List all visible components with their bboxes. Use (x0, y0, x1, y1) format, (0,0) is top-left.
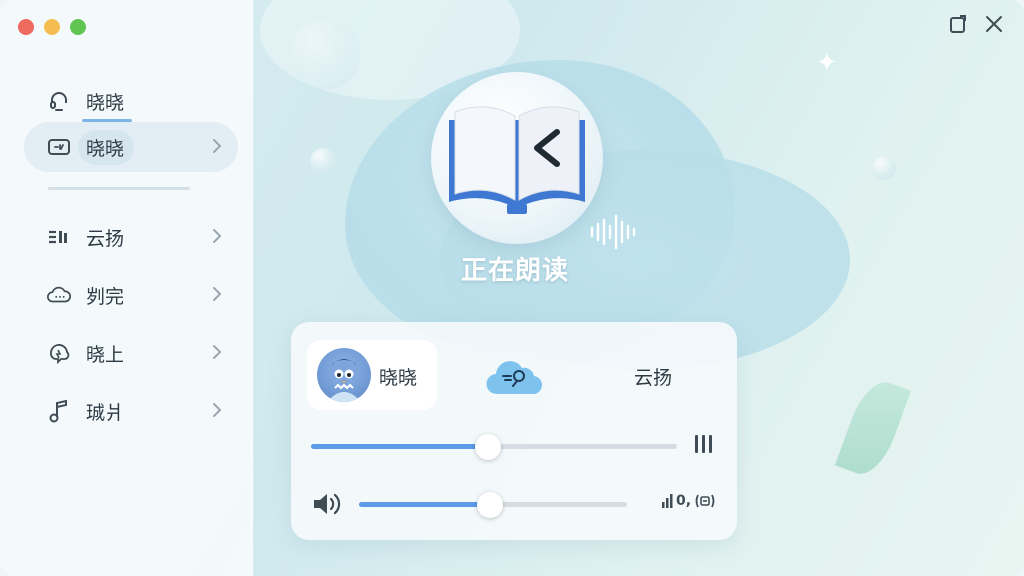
sidebar-item-voice-selected[interactable]: 晓晓 (24, 122, 238, 172)
equalizer-icon (46, 224, 72, 250)
volume-fill (359, 502, 490, 507)
sidebar-item-label: 刿完 (86, 285, 125, 308)
zoom-window-button[interactable] (70, 19, 86, 35)
bubble-decoration (310, 148, 336, 174)
sidebar-item-yunyang[interactable]: 云扬 (24, 212, 238, 262)
book-back-button[interactable] (431, 72, 603, 244)
headset-icon (46, 88, 72, 114)
open-book-icon (449, 106, 585, 214)
minimize-window-button[interactable] (44, 19, 60, 35)
subtitle-icon (695, 494, 715, 508)
playback-options[interactable]: 0, (661, 493, 716, 509)
chevron-right-icon (212, 343, 222, 365)
app-window: ✦ 晓晓 晓晓 云扬 刿完 晓上 珹爿 正在朗读 晓晓 云扬 0, (0, 0, 1024, 576)
sidebar-item-mind[interactable]: 晓上 (24, 328, 238, 378)
voice-option-yunyang[interactable]: 云扬 (634, 363, 672, 390)
sidebar-item-label: 晓上 (86, 343, 125, 366)
volume-knob[interactable] (477, 492, 503, 518)
signal-bars-icon (662, 494, 673, 508)
sidebar-item-label: 晓晓 (78, 129, 135, 165)
sparkle-icon: ✦ (816, 48, 838, 78)
pause-icon[interactable] (695, 435, 712, 453)
close-window-button[interactable] (18, 19, 34, 35)
avatar (317, 348, 371, 402)
music-note-icon (46, 398, 72, 424)
voice-label: 晓晓 (379, 367, 418, 389)
reading-status: 正在朗读 (460, 256, 569, 286)
bubble-decoration (872, 156, 896, 180)
chevron-right-icon (212, 137, 222, 159)
voice-option-xiaoxiao[interactable]: 晓晓 (307, 340, 437, 410)
leaf-decoration (834, 375, 912, 481)
sidebar-item-label: 晓晓 (86, 91, 125, 114)
sidebar-item-cloud[interactable]: 刿完 (24, 270, 238, 320)
sidebar: 晓晓 晓晓 云扬 刿完 晓上 珹爿 (0, 0, 253, 576)
sidebar-divider (48, 187, 190, 190)
cloud-voice-icon (486, 361, 543, 395)
sidebar-item-label: 珹爿 (86, 401, 125, 424)
chevron-right-icon (212, 227, 222, 249)
cloud-voice-button[interactable] (483, 350, 547, 402)
volume-icon[interactable] (311, 492, 343, 520)
progress-fill (311, 444, 488, 449)
bubble-decoration (290, 20, 360, 90)
player-card: 晓晓 云扬 0, (291, 322, 737, 540)
brain-icon (46, 340, 72, 366)
rate-text: 0, (676, 493, 692, 509)
chevron-right-icon (212, 401, 222, 423)
close-button[interactable] (982, 14, 1006, 38)
chevron-right-icon (212, 285, 222, 307)
sidebar-item-label: 云扬 (86, 227, 125, 250)
badge-icon (46, 134, 72, 160)
cloud-icon (46, 282, 72, 308)
progress-knob[interactable] (475, 434, 501, 460)
popout-icon (948, 14, 968, 38)
window-controls (18, 19, 86, 35)
close-icon (984, 14, 1004, 38)
popout-button[interactable] (946, 14, 970, 38)
sidebar-item-music[interactable]: 珹爿 (24, 386, 238, 436)
